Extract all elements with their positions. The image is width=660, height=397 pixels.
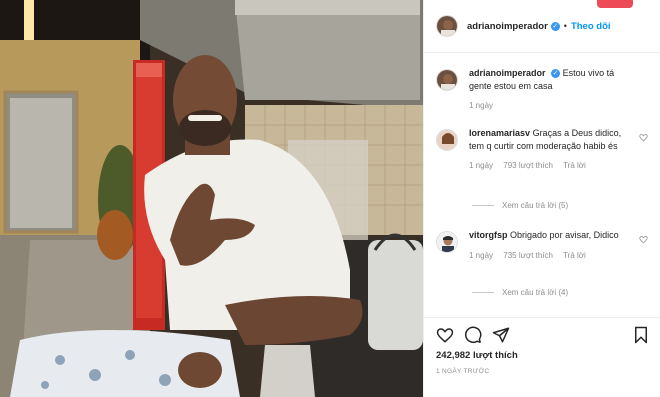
replies-divider [472,292,494,293]
replies-divider [472,205,494,206]
comment-likes[interactable]: 735 lượt thích [503,251,553,260]
caption-time[interactable]: 1 ngày [469,101,493,110]
action-icons [436,326,651,346]
likes-number: 242,982 [436,350,471,361]
post-side-panel: adrianoimperador ✓ • Theo dõi adrianoimp… [423,0,660,397]
post-photo [0,0,423,397]
comment-time[interactable]: 1 ngày [469,251,493,260]
comment-time[interactable]: 1 ngày [469,161,493,170]
comment-item: lorenamariasv Graças a Deus didico, tem … [436,127,656,173]
caption-avatar[interactable] [436,69,458,91]
view-replies[interactable]: Xem câu trả lời (5) [472,201,568,210]
commenter-avatar[interactable] [436,231,458,253]
caption-username[interactable]: adrianoimperador [469,68,546,78]
comment-username[interactable]: vitorgfsp [469,230,508,240]
likes-label: lượt thích [472,350,518,361]
view-replies-label[interactable]: Xem câu trả lời (5) [502,201,568,210]
post-actions-section: 242,982 lượt thích 1 NGÀY TRƯỚC [424,317,660,397]
comment-likes[interactable]: 793 lượt thích [503,161,553,170]
commenter-avatar[interactable] [436,129,458,151]
post-timestamp[interactable]: 1 NGÀY TRƯỚC [436,368,490,375]
author-avatar[interactable] [436,15,458,37]
reply-button[interactable]: Trả lời [563,251,586,260]
reply-button[interactable]: Trả lời [563,161,586,170]
comment-icon[interactable] [464,326,482,344]
bookmark-icon[interactable] [632,326,650,344]
share-icon[interactable] [492,326,510,344]
view-replies-label[interactable]: Xem câu trả lời (4) [502,288,568,297]
view-replies[interactable]: Xem câu trả lời (4) [472,288,568,297]
post-header: adrianoimperador ✓ • Theo dõi [424,0,660,53]
caption: adrianoimperador ✓ Estou vivo tá gente e… [436,67,656,113]
header-separator: • [563,21,567,31]
heart-icon[interactable] [639,235,648,244]
verified-badge-icon: ✓ [551,69,561,79]
author-username[interactable]: adrianoimperador [467,21,548,32]
photo-scene [0,0,423,397]
comment-username[interactable]: lorenamariasv [469,128,530,138]
verified-badge-icon: ✓ [550,21,560,31]
comment-item: vitorgfsp Obrigado por avisar, Didico 1 … [436,229,656,262]
heart-icon[interactable] [436,326,454,344]
comment-text: Obrigado por avisar, Didico [510,230,619,240]
heart-icon[interactable] [639,133,648,142]
likes-count[interactable]: 242,982 lượt thích [436,350,518,361]
follow-button[interactable]: Theo dõi [571,21,611,32]
